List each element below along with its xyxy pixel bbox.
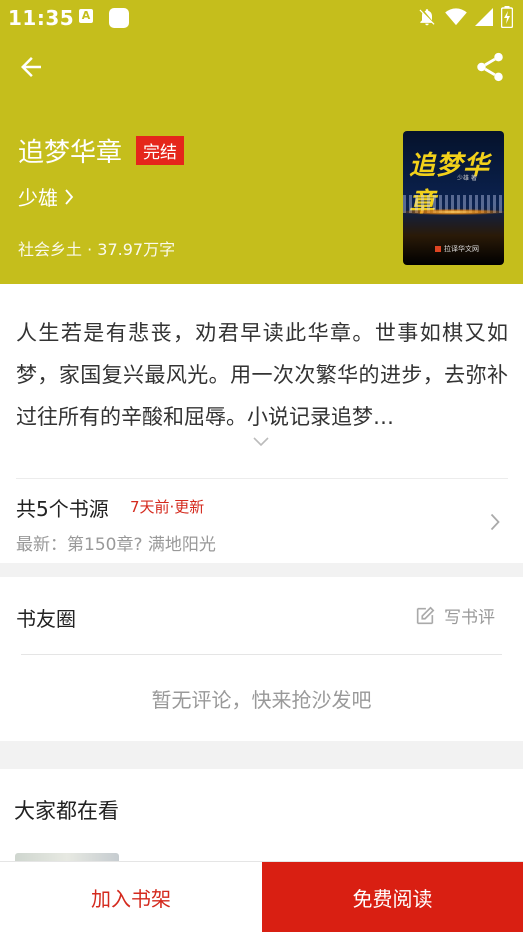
latest-chapter: 最新：第150章? 满地阳光 xyxy=(16,535,216,555)
notification-a-icon: A xyxy=(79,9,93,23)
chevron-right-icon xyxy=(65,188,74,205)
bell-off-icon xyxy=(419,9,435,26)
divider xyxy=(21,654,502,655)
signal-icon xyxy=(475,8,493,26)
write-review-button[interactable]: 写书评 xyxy=(414,603,495,628)
popular-title: 大家都在看 xyxy=(14,799,119,823)
source-update: 7天前·更新 xyxy=(130,498,205,516)
cover-author: 少雄 著 xyxy=(457,175,477,182)
book-header: 追梦华章 完结 少雄 社会乡土 · 37.97万字 追梦华章 少雄 著 拉译华文… xyxy=(0,36,523,284)
description-card: 人生若是有悲丧，劝君早读此华章。世事如棋又如梦，家国复兴最风光。用一次次繁华的进… xyxy=(0,284,523,563)
book-description: 人生若是有悲丧，劝君早读此华章。世事如棋又如梦，家国复兴最风光。用一次次繁华的进… xyxy=(16,321,508,429)
cover-horizon-art xyxy=(403,209,504,215)
write-review-label: 写书评 xyxy=(444,608,495,628)
edit-icon xyxy=(416,606,435,624)
back-arrow-icon[interactable] xyxy=(16,52,46,82)
chevron-right-icon xyxy=(490,513,500,531)
bottom-action-bar: 加入书架 免费阅读 xyxy=(0,861,523,932)
notification-app-icon xyxy=(109,8,129,28)
battery-icon xyxy=(501,6,513,28)
status-badge: 完结 xyxy=(136,136,185,165)
source-row[interactable]: 共5个书源 7天前·更新 最新：第150章? 满地阳光 xyxy=(16,489,508,559)
book-circle-card: 书友圈 写书评 暂无评论，快来抢沙发吧 xyxy=(0,577,523,741)
empty-comments-text: 暂无评论，快来抢沙发吧 xyxy=(151,688,372,712)
title-row: 追梦华章 完结 xyxy=(18,132,185,169)
divider xyxy=(16,478,508,479)
wifi-icon xyxy=(445,8,467,26)
chevron-down-icon[interactable] xyxy=(253,437,269,447)
cover-publisher: 拉译华文网 xyxy=(435,244,479,254)
circle-title: 书友圈 xyxy=(16,607,76,631)
author-name: 少雄 xyxy=(18,186,58,210)
book-cover[interactable]: 追梦华章 少雄 著 拉译华文网 xyxy=(403,131,504,265)
status-time: 11:35 xyxy=(8,6,75,30)
add-to-shelf-button[interactable]: 加入书架 xyxy=(0,862,262,932)
book-meta: 社会乡土 · 37.97万字 xyxy=(18,240,176,259)
author-link[interactable]: 少雄 xyxy=(18,182,74,211)
book-title: 追梦华章 xyxy=(18,138,123,168)
free-read-button[interactable]: 免费阅读 xyxy=(262,862,523,932)
status-icons xyxy=(417,6,513,28)
share-icon[interactable] xyxy=(473,50,507,84)
status-bar: 11:35 A xyxy=(0,0,523,36)
source-count: 共5个书源 xyxy=(16,497,109,521)
